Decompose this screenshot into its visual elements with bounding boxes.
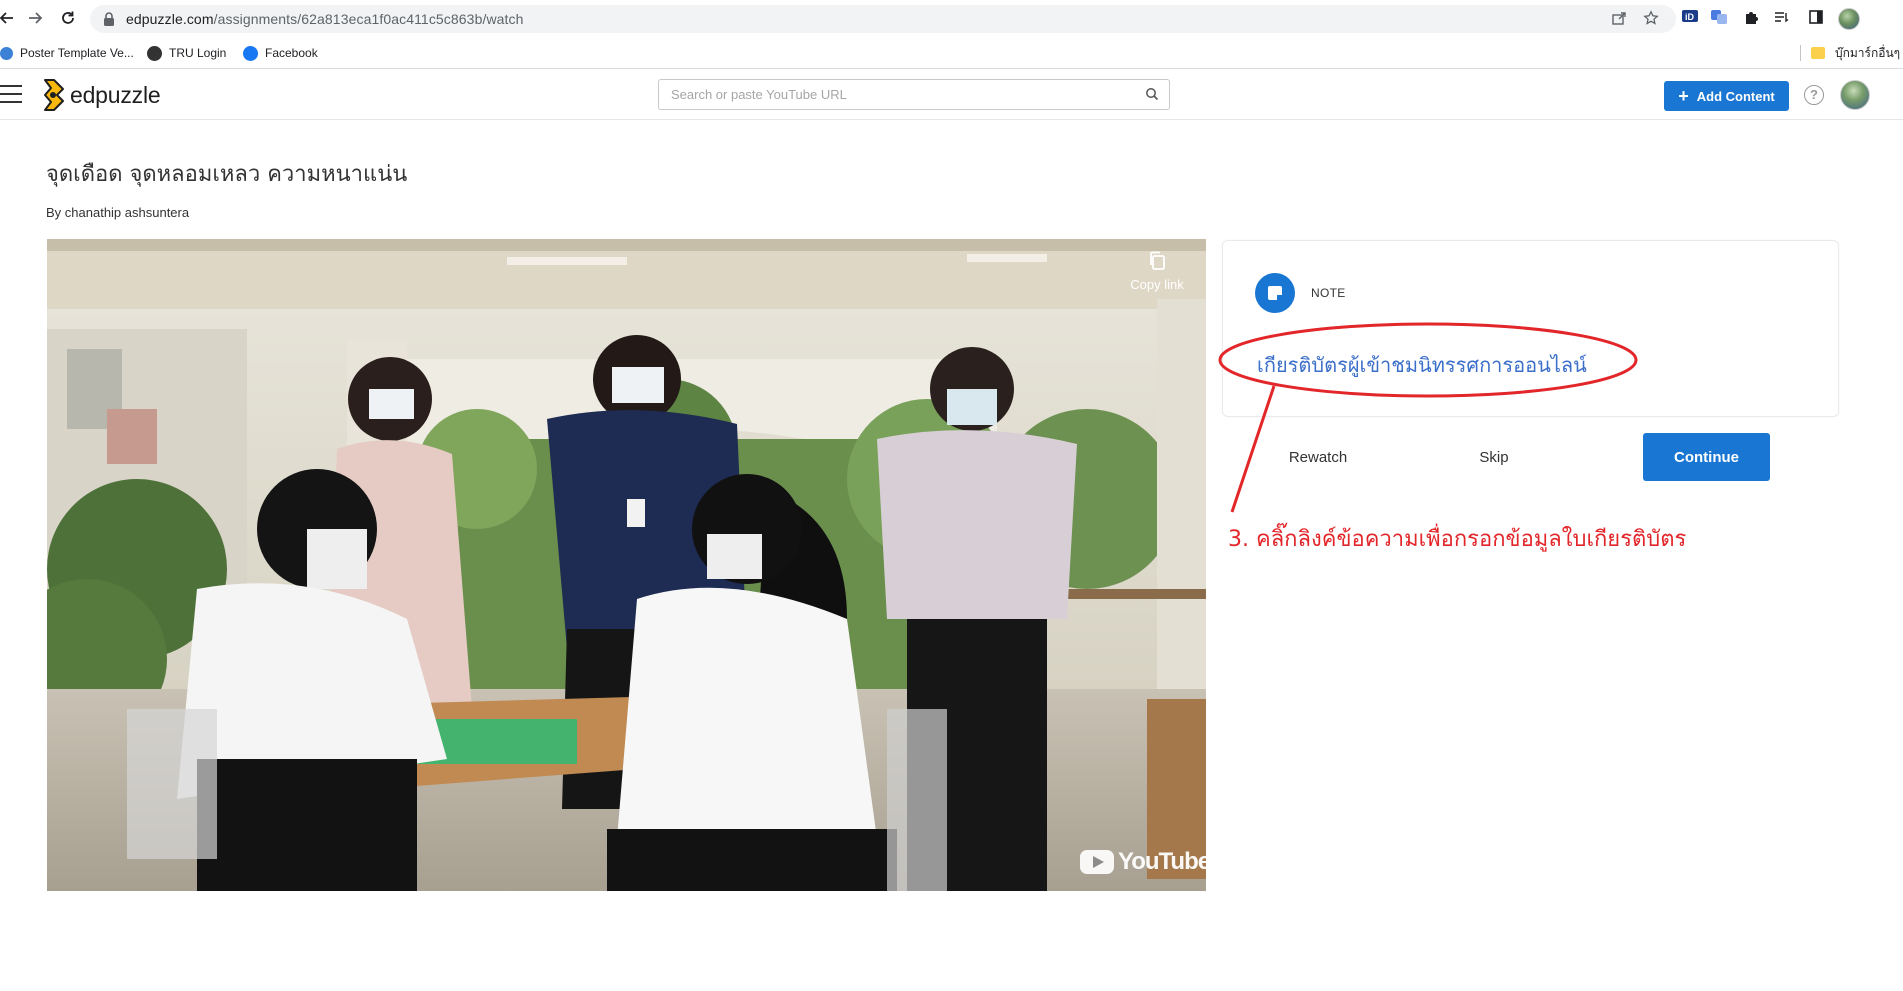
facebook-icon [243,45,258,61]
youtube-watermark[interactable]: YouTube [1080,848,1211,876]
copy-link-label: Copy link [1130,277,1184,292]
youtube-label: YouTube [1118,848,1211,875]
note-label: NOTE [1311,286,1346,300]
forward-arrow-icon[interactable] [24,7,46,29]
copy-link-button[interactable]: Copy link [1126,251,1188,292]
svg-text:iD: iD [1685,12,1695,22]
edpuzzle-logo[interactable]: edpuzzle [38,78,161,112]
video-title: จุดเดือด จุดหลอมเหลว ความหนาแน่น [46,162,408,187]
video-frame-image [47,239,1206,891]
add-content-label: Add Content [1696,88,1775,104]
bookmark-folder-label: บุ๊กมาร์กอื่นๆ [1835,45,1901,60]
share-icon[interactable] [1610,10,1628,28]
bookmark-separator [1800,45,1801,61]
search-input[interactable] [659,80,1139,109]
puzzle-extensions-icon[interactable] [1741,9,1761,29]
address-bar[interactable]: edpuzzle.com/assignments/62a813eca1f0ac4… [90,5,1676,33]
side-panel-icon[interactable] [1806,9,1826,29]
plus-icon: + [1678,86,1689,106]
lock-icon[interactable] [102,11,116,27]
id-extension-icon[interactable]: iD [1680,9,1700,29]
copy-icon [1148,251,1166,271]
video-player[interactable] [47,239,1206,891]
continue-button[interactable]: Continue [1643,433,1770,481]
tru-icon [147,45,162,61]
edpuzzle-logo-icon [38,78,66,112]
menu-icon[interactable] [0,85,22,103]
back-arrow-icon[interactable] [0,7,18,29]
search-icon[interactable] [1145,87,1161,103]
reload-icon[interactable] [57,7,79,29]
annotation-instruction: 3. คลิ๊กลิงค์ข้อความเพื่อกรอกข้อมูลใบเกี… [1228,527,1687,552]
video-author: By chanathip ashsuntera [46,205,190,220]
skip-button[interactable]: Skip [1454,433,1534,481]
folder-icon [1811,47,1825,59]
add-content-button[interactable]: + Add Content [1664,81,1789,111]
user-avatar[interactable] [1840,80,1870,110]
bookmark-star-icon[interactable] [1642,10,1660,28]
bookmark-label: TRU Login [169,46,227,60]
translate-icon[interactable] [1709,9,1729,29]
annotation-ellipse [1218,322,1638,513]
bookmark-facebook[interactable]: Facebook [243,44,318,62]
reading-list-icon[interactable] [1771,9,1791,29]
help-icon[interactable]: ? [1804,85,1824,105]
browser-toolbar: edpuzzle.com/assignments/62a813eca1f0ac4… [0,0,1903,37]
logo-text: edpuzzle [70,81,161,108]
bookmark-label: Facebook [265,46,318,60]
edpuzzle-header: edpuzzle + Add Content ? [0,70,1903,120]
url-host: edpuzzle.com [126,11,214,27]
browser-profile-avatar[interactable] [1838,8,1860,30]
bookmark-tru-login[interactable]: TRU Login [147,44,226,62]
youtube-play-icon [1080,850,1114,874]
globe-icon [0,46,13,60]
url-text[interactable]: edpuzzle.com/assignments/62a813eca1f0ac4… [126,11,524,27]
url-path: /assignments/62a813eca1f0ac411c5c863b/wa… [213,11,524,27]
bookmarks-bar: Poster Template Ve... TRU Login Facebook… [0,37,1903,69]
rewatch-button[interactable]: Rewatch [1268,433,1368,481]
note-icon [1255,273,1295,313]
other-bookmarks-folder[interactable]: บุ๊กมาร์กอื่นๆ [1800,44,1900,62]
search-bar[interactable] [658,79,1170,110]
bookmark-poster-template[interactable]: Poster Template Ve... [0,44,134,62]
bookmark-label: Poster Template Ve... [20,46,134,60]
